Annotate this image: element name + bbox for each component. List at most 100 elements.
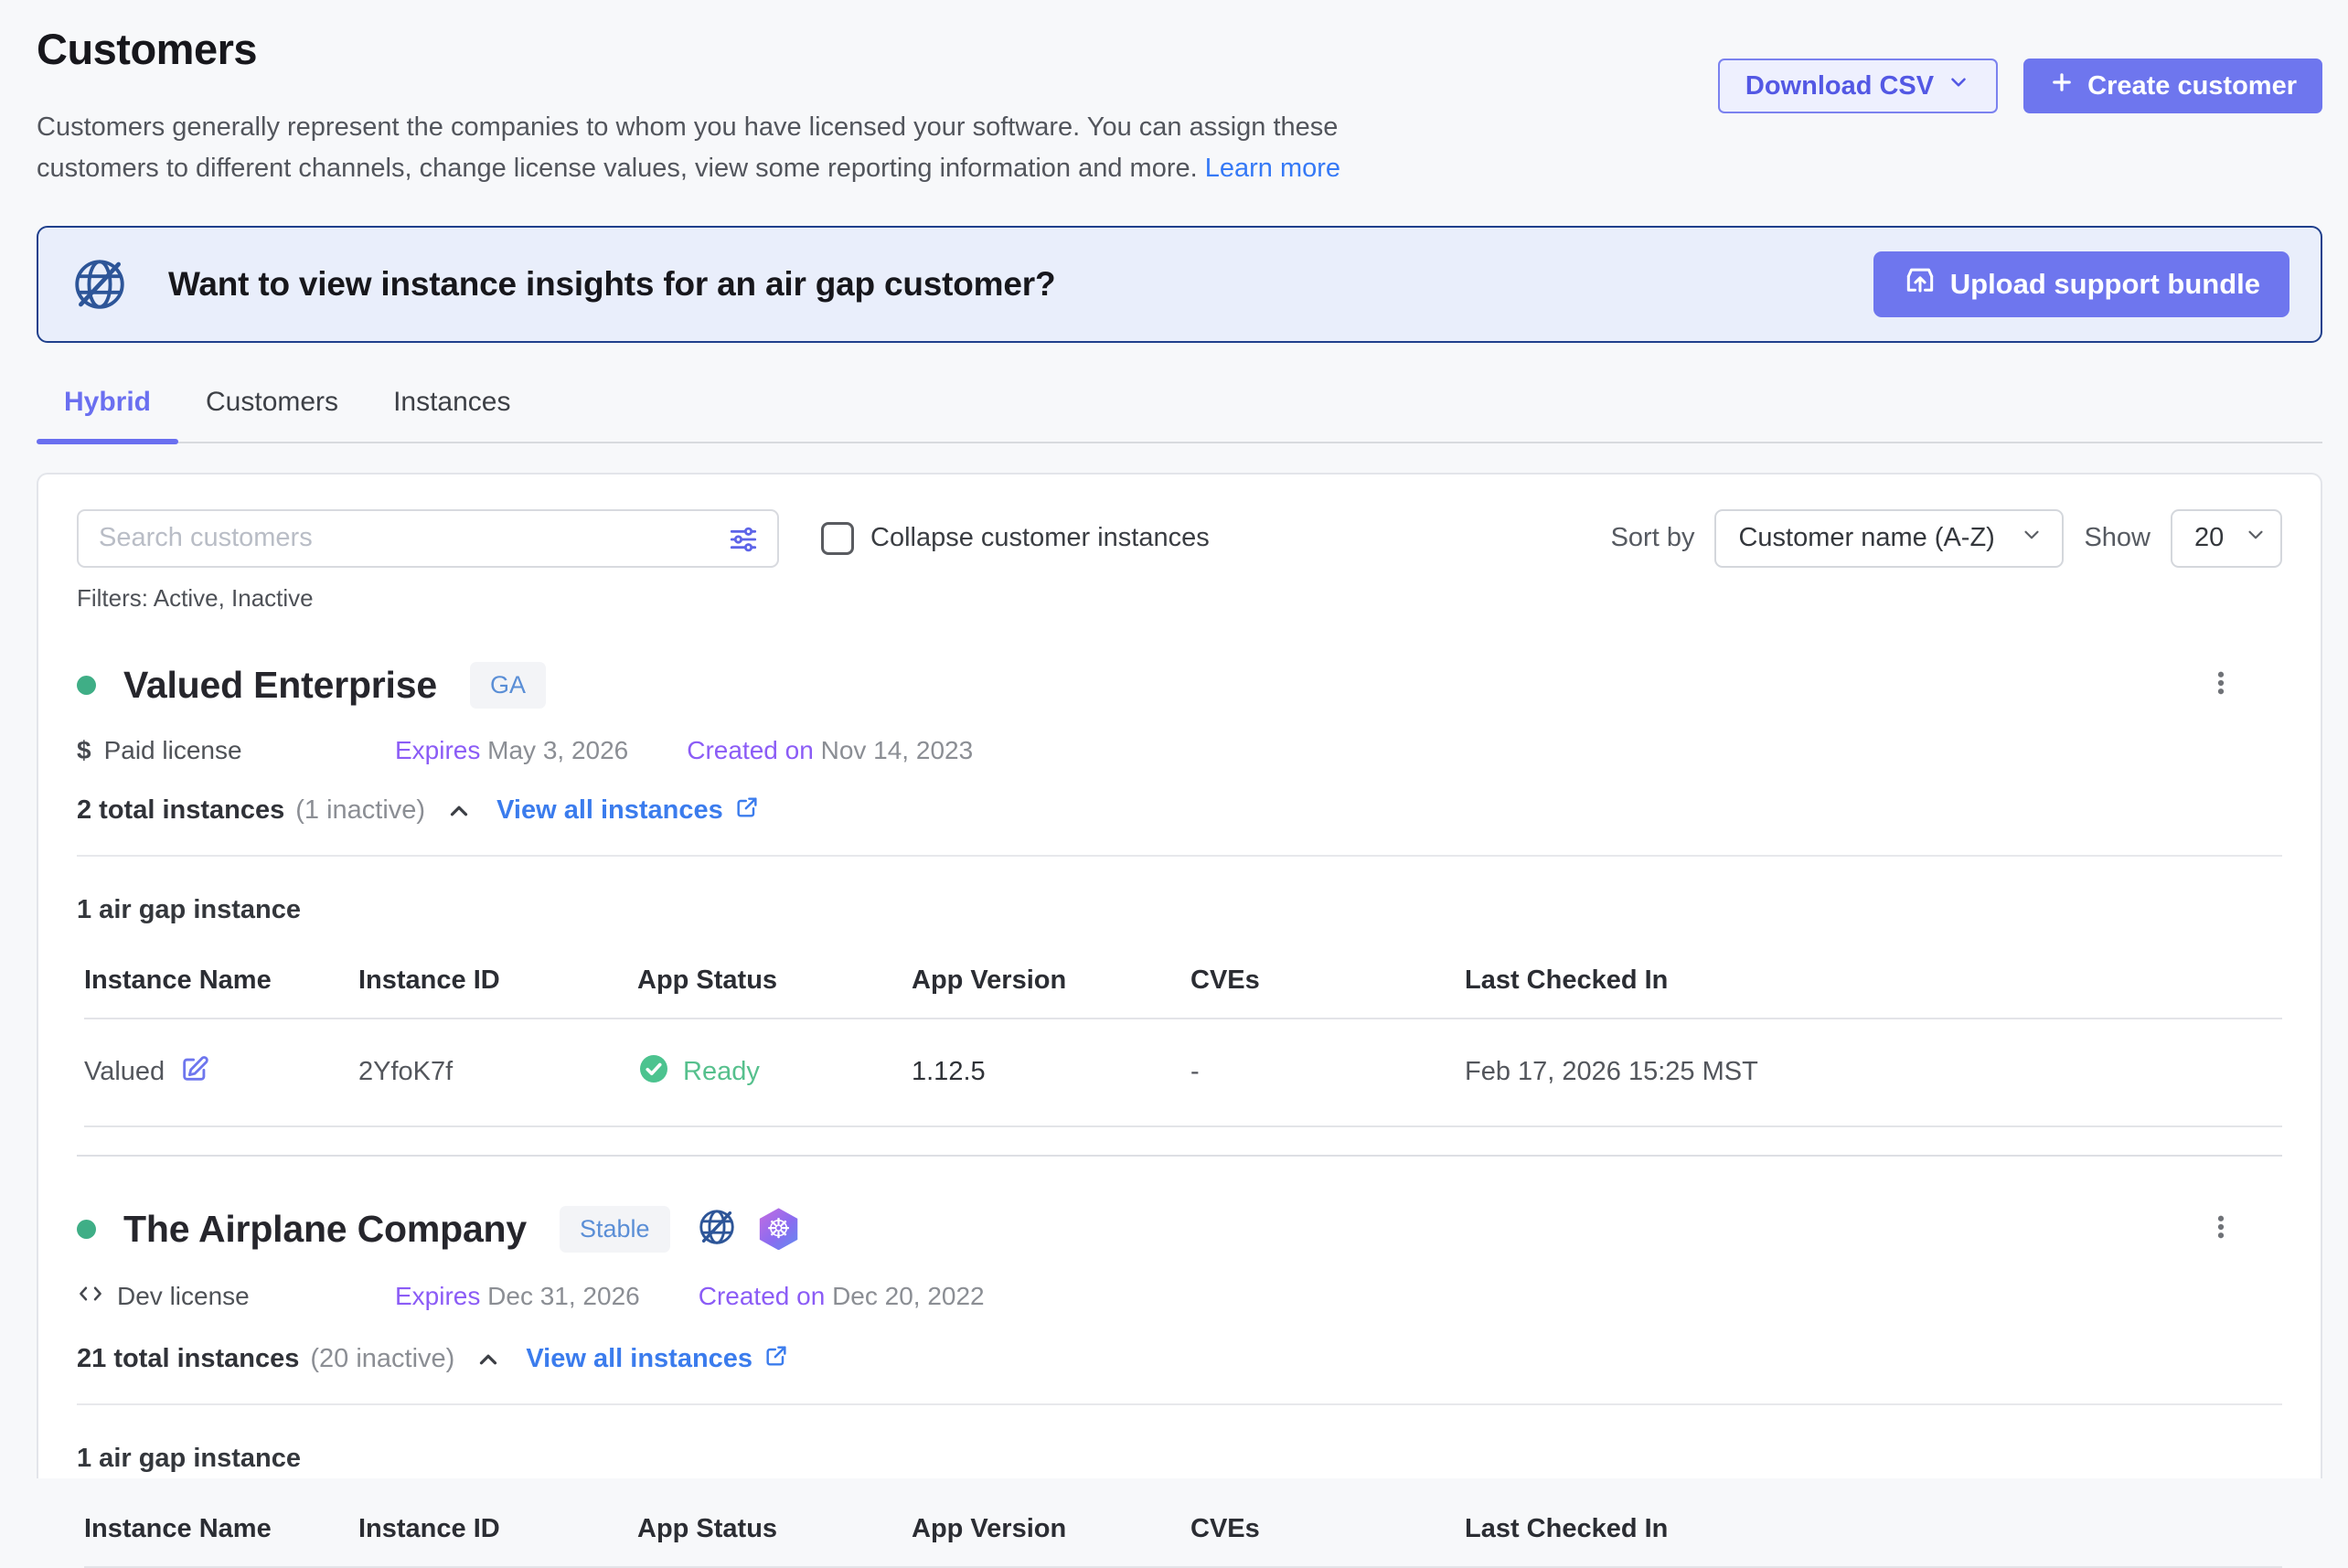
col-cves: CVEs (1190, 1498, 1465, 1566)
edit-icon[interactable] (179, 1053, 210, 1092)
airgap-globe-icon (696, 1206, 738, 1253)
instances-summary-row: 21 total instances (20 inactive) View al… (77, 1343, 2282, 1376)
app-version: 1.12.5 (912, 1024, 1190, 1120)
external-link-icon (734, 795, 760, 827)
customer-name[interactable]: Valued Enterprise (123, 664, 437, 707)
instances-total: 2 total instances (77, 795, 284, 826)
view-all-instances-link[interactable]: View all instances (526, 1343, 789, 1376)
show-select[interactable]: 20 (2171, 509, 2282, 568)
page-description: Customers generally represent the compan… (37, 107, 1353, 189)
view-all-instances-label: View all instances (526, 1344, 752, 1374)
created-on-label: Created on (699, 1282, 826, 1310)
instance-id: 2YfoK7f (358, 1024, 637, 1120)
download-csv-label: Download CSV (1745, 71, 1934, 101)
collapse-instances-checkbox[interactable] (821, 522, 854, 555)
page-title: Customers (37, 24, 1353, 74)
show-label: Show (2084, 523, 2151, 553)
learn-more-link[interactable]: Learn more (1205, 154, 1340, 183)
tab-customers[interactable]: Customers (178, 387, 366, 442)
license-type-label: Paid license (104, 736, 242, 765)
active-filters-text: Filters: Active, Inactive (77, 584, 2282, 613)
divider (77, 1403, 2282, 1405)
upload-bundle-icon (1903, 263, 1937, 305)
chevron-down-icon (2244, 523, 2268, 554)
chevron-up-icon[interactable] (445, 797, 473, 825)
customer-header: The Airplane Company Stable ☸ (77, 1206, 2282, 1253)
customers-card: Collapse customer instances Sort by Cust… (37, 473, 2322, 1478)
search-input[interactable] (77, 509, 779, 568)
customers-page: Customers Customers generally represent … (0, 0, 2348, 1478)
expires-pair: Expires May 3, 2026 (395, 736, 628, 765)
created-on-label: Created on (687, 736, 814, 764)
airgap-banner: Want to view instance insights for an ai… (37, 226, 2322, 343)
created-pair: Created on Dec 20, 2022 (699, 1282, 985, 1311)
download-csv-button[interactable]: Download CSV (1718, 59, 1998, 113)
customer-capability-icons: ☸ (696, 1206, 800, 1253)
instances-summary-row: 2 total instances (1 inactive) View all … (77, 795, 2282, 827)
page-header: Customers Customers generally represent … (37, 24, 2322, 189)
kebab-menu-icon[interactable] (2200, 662, 2242, 709)
col-app-status: App Status (637, 1498, 912, 1566)
instance-name: Valued (84, 1057, 165, 1087)
channel-badge: Stable (560, 1206, 670, 1253)
customer-meta: Dev license Expires Dec 31, 2026 Created… (77, 1280, 2282, 1314)
customer-card-valued-enterprise: Valued Enterprise GA $ Paid license Expi… (77, 662, 2282, 1127)
page-header-text: Customers Customers generally represent … (37, 24, 1353, 189)
table-body: Valued 2YfoK7f (84, 1019, 2282, 1127)
tab-instances[interactable]: Instances (366, 387, 538, 442)
table-header-row: Instance Name Instance ID App Status App… (84, 1498, 2282, 1568)
app-status: Ready (683, 1057, 760, 1087)
view-all-instances-label: View all instances (496, 795, 723, 826)
col-instance-name: Instance Name (84, 949, 358, 1018)
customer-separator (77, 1155, 2282, 1157)
col-last-checked-in: Last Checked In (1465, 1498, 2282, 1566)
chevron-up-icon[interactable] (475, 1346, 502, 1373)
created-on-value: Dec 20, 2022 (832, 1282, 985, 1310)
instances-total: 21 total instances (77, 1344, 299, 1374)
customer-card-airplane-company: The Airplane Company Stable ☸ (77, 1206, 2282, 1568)
col-instance-id: Instance ID (358, 949, 637, 1018)
upload-support-bundle-button[interactable]: Upload support bundle (1873, 251, 2289, 317)
sort-by-label: Sort by (1611, 523, 1695, 553)
instances-inactive: (1 inactive) (295, 795, 425, 826)
cves-value: - (1190, 1024, 1465, 1120)
expires-value: Dec 31, 2026 (487, 1282, 640, 1310)
col-app-status: App Status (637, 949, 912, 1018)
expires-pair: Expires Dec 31, 2026 (395, 1282, 640, 1311)
filter-sliders-icon[interactable] (726, 522, 761, 561)
create-customer-label: Create customer (2087, 71, 2297, 101)
active-status-dot (77, 676, 96, 695)
last-checked-in: Feb 17, 2026 15:25 MST (1465, 1024, 2282, 1120)
channel-badge: GA (470, 662, 546, 709)
created-on-value: Nov 14, 2023 (821, 736, 974, 764)
sort-select[interactable]: Customer name (A-Z) (1714, 509, 2064, 568)
table-header-row: Instance Name Instance ID App Status App… (84, 949, 2282, 1019)
customer-header: Valued Enterprise GA (77, 662, 2282, 709)
toolbar-right: Sort by Customer name (A-Z) Show 20 (1611, 509, 2282, 568)
tab-hybrid[interactable]: Hybrid (37, 387, 178, 442)
airgap-globe-icon (69, 254, 130, 315)
license-type-label: Dev license (117, 1282, 250, 1311)
sort-select-value: Customer name (A-Z) (1738, 523, 1994, 553)
col-app-version: App Version (912, 1498, 1190, 1566)
license-type: $ Paid license (77, 736, 395, 765)
airgap-instances-table: Instance Name Instance ID App Status App… (77, 949, 2282, 1127)
customer-meta: $ Paid license Expires May 3, 2026 Creat… (77, 736, 2282, 765)
expires-label: Expires (395, 1282, 480, 1310)
search-wrap (77, 509, 779, 568)
page-description-text: Customers generally represent the compan… (37, 112, 1338, 183)
create-customer-button[interactable]: Create customer (2023, 59, 2322, 113)
check-circle-icon (637, 1052, 670, 1093)
divider (77, 855, 2282, 857)
collapse-instances-label: Collapse customer instances (870, 523, 1210, 553)
view-all-instances-link[interactable]: View all instances (496, 795, 760, 827)
table-row: Valued 2YfoK7f (84, 1019, 2282, 1127)
expires-label: Expires (395, 736, 480, 764)
kubernetes-icon: ☸ (758, 1208, 800, 1250)
customer-name[interactable]: The Airplane Company (123, 1208, 527, 1251)
view-tabs: Hybrid Customers Instances (37, 387, 2322, 443)
kebab-menu-icon[interactable] (2200, 1206, 2242, 1253)
show-select-value: 20 (2194, 523, 2224, 553)
chevron-down-icon (2020, 523, 2044, 554)
customers-toolbar: Collapse customer instances Sort by Cust… (77, 509, 2282, 568)
